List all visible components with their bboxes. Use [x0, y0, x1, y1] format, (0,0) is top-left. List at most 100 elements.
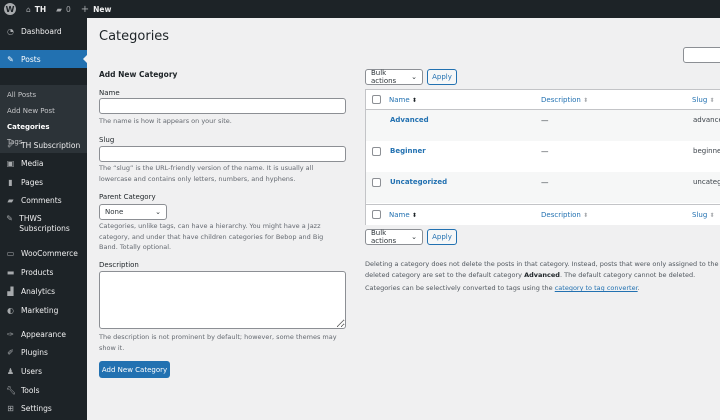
slug-input[interactable]	[99, 146, 346, 162]
wrench-icon: 🔧︎	[6, 386, 17, 395]
row-checkbox[interactable]	[372, 147, 381, 156]
column-description: Description	[541, 96, 581, 104]
sidebar-item-plugins[interactable]: ✐ Plugins	[0, 348, 87, 357]
sidebar-item-tools[interactable]: 🔧︎ Tools	[0, 386, 87, 395]
sidebar-item-comments[interactable]: ▰ Comments	[0, 196, 87, 205]
column-slug-sort-footer[interactable]: Slug ⬍	[692, 211, 715, 219]
sidebar-item-label: Marketing	[21, 306, 59, 315]
sort-icon: ⬍	[709, 97, 715, 104]
pin-icon: ✎	[7, 54, 14, 64]
submenu-add-new-post[interactable]: Add New Post	[7, 107, 55, 115]
category-name-link[interactable]: Beginner	[390, 147, 426, 155]
bulk-actions-select-top[interactable]: Bulk actions ⌄	[365, 69, 423, 85]
category-name-link[interactable]: Advanced	[390, 116, 429, 124]
category-name-link[interactable]: Uncategorized	[390, 178, 447, 186]
sidebar-item-label: Pages	[21, 178, 44, 187]
column-name: Name	[389, 211, 410, 219]
site-name: TH	[34, 4, 47, 14]
sidebar-item-products[interactable]: ▬ Products	[0, 268, 87, 277]
column-slug-sort[interactable]: Slug ⬍	[692, 96, 715, 104]
name-help: The name is how it appears on your site.	[99, 117, 232, 125]
apply-button-bottom[interactable]: Apply	[427, 229, 457, 245]
sidebar-item-analytics[interactable]: ▟ Analytics	[0, 287, 87, 296]
bulk-actions-value: Bulk actions	[371, 229, 397, 245]
name-input[interactable]	[99, 98, 346, 114]
comment-icon: ▰	[7, 196, 14, 205]
column-name-sort[interactable]: Name ⬍	[389, 96, 417, 104]
sidebar-item-label: Settings	[21, 404, 52, 413]
search-categories-input[interactable]	[683, 47, 720, 63]
pin-icon: ✎	[6, 214, 13, 223]
category-description: —	[541, 116, 549, 125]
description-label: Description	[99, 261, 139, 269]
slug-help: The “slug” is the URL-friendly version o…	[99, 164, 314, 183]
category-description: —	[541, 147, 549, 156]
megaphone-icon: ◐	[7, 306, 14, 315]
sidebar: ◔ Dashboard ✎ Posts All Posts Add New Post…	[0, 18, 87, 420]
select-all-checkbox[interactable]	[372, 95, 381, 104]
settings-icon: ⊞	[7, 404, 14, 413]
wordpress-logo-icon[interactable]: W	[4, 3, 16, 15]
description-help: The description is not prominent by defa…	[99, 333, 337, 352]
bulk-actions-select-bottom[interactable]: Bulk actions ⌄	[365, 229, 423, 245]
sidebar-item-thws-subscriptions[interactable]: ✎ THWS Subscriptions	[0, 214, 80, 234]
select-all-checkbox-footer[interactable]	[372, 210, 381, 219]
sidebar-item-label: Users	[21, 367, 43, 376]
sort-icon: ⬍	[411, 97, 417, 104]
add-new-category-button[interactable]: Add New Category	[99, 361, 170, 378]
category-slug: uncategorized	[693, 178, 720, 186]
sidebar-item-posts[interactable]: ✎ Posts	[0, 50, 87, 68]
sidebar-item-th-subscription[interactable]: ✐ TH Subscription	[0, 141, 87, 150]
column-description-sort-footer[interactable]: Description ⬍	[541, 211, 588, 219]
table-row: Beginner — beginner	[366, 141, 720, 172]
site-link[interactable]: ⌂ TH	[26, 5, 46, 14]
parent-category-select[interactable]: None ⌄	[99, 204, 167, 220]
row-checkbox[interactable]	[372, 178, 381, 187]
column-description-sort[interactable]: Description ⬍	[541, 96, 588, 104]
column-name-sort-footer[interactable]: Name ⬍	[389, 211, 417, 219]
submenu-categories[interactable]: Categories	[7, 123, 50, 131]
slug-label: Slug	[99, 136, 115, 144]
bar-chart-icon: ▟	[7, 287, 14, 296]
admin-bar: W ⌂ TH ▰ 0 + New	[0, 0, 720, 18]
page-title: Categories	[99, 29, 170, 44]
delete-note-end: . The default category cannot be deleted…	[559, 270, 696, 279]
comments-count: 0	[65, 4, 71, 14]
comments-link[interactable]: ▰ 0	[56, 5, 71, 14]
sidebar-item-label: WooCommerce	[21, 249, 78, 258]
parent-label: Parent Category	[99, 193, 156, 201]
parent-value: None	[105, 208, 124, 216]
sidebar-item-label: Appearance	[21, 330, 67, 339]
description-textarea[interactable]	[99, 271, 346, 329]
submenu-all-posts[interactable]: All Posts	[7, 91, 36, 99]
column-slug: Slug	[692, 211, 708, 219]
plus-icon: +	[80, 3, 90, 15]
dashboard-icon: ◔	[7, 27, 14, 36]
apply-button-top[interactable]: Apply	[427, 69, 457, 85]
sidebar-item-label: THWS Subscriptions	[19, 214, 70, 233]
user-icon: ♟	[6, 367, 15, 376]
plugin-icon: ✐	[7, 141, 14, 150]
sidebar-item-label: Analytics	[21, 287, 56, 296]
new-content-link[interactable]: + New	[81, 4, 112, 15]
column-slug: Slug	[692, 96, 708, 104]
sidebar-item-users[interactable]: ♟ Users	[0, 367, 87, 376]
sort-icon: ⬍	[583, 212, 589, 219]
sidebar-item-dashboard[interactable]: ◔ Dashboard	[0, 27, 87, 36]
convert-note: Categories can be selectively converted …	[365, 283, 640, 294]
woocommerce-icon: ▭	[6, 249, 15, 258]
sidebar-item-label: Dashboard	[21, 27, 62, 36]
bulk-actions-value: Bulk actions	[371, 69, 397, 85]
category-to-tag-converter-link[interactable]: category to tag converter	[555, 284, 638, 292]
sidebar-item-appearance[interactable]: ✑ Appearance	[0, 330, 87, 339]
sidebar-item-media[interactable]: ▣ Media	[0, 159, 87, 168]
table-row: Uncategorized — uncategorized	[366, 172, 720, 203]
sidebar-item-settings[interactable]: ⊞ Settings	[0, 404, 87, 413]
chevron-down-icon: ⌄	[411, 73, 417, 81]
parent-help: Categories, unlike tags, can have a hier…	[99, 222, 324, 251]
sidebar-item-label: Media	[21, 159, 44, 168]
sidebar-item-marketing[interactable]: ◐ Marketing	[0, 306, 87, 315]
sidebar-item-woocommerce[interactable]: ▭ WooCommerce	[0, 249, 87, 258]
sidebar-item-pages[interactable]: ▮ Pages	[0, 178, 87, 187]
delete-note: Deleting a category does not delete the …	[365, 259, 720, 280]
